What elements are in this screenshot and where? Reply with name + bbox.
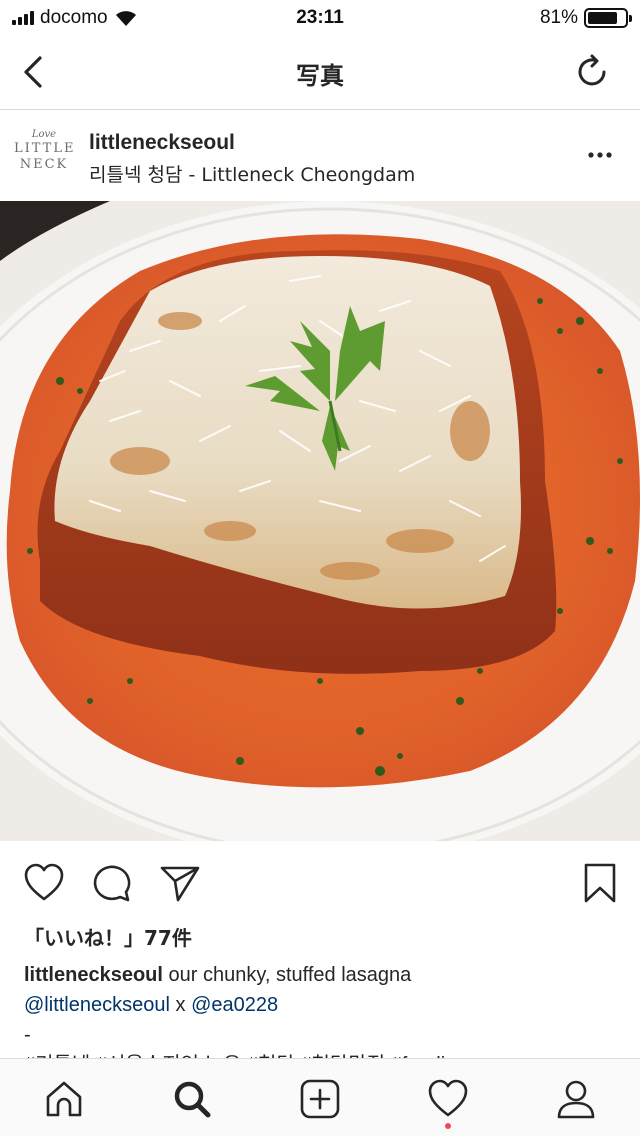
caption-mention-1[interactable]: @littleneckseoul	[24, 994, 170, 1016]
nav-bar: 写真	[0, 36, 640, 110]
share-icon[interactable]	[158, 861, 202, 905]
post-photo[interactable]	[0, 201, 640, 841]
refresh-icon[interactable]	[572, 52, 612, 92]
post-header: Love LITTLE NECK littleneckseoul 리틀넥 청담 …	[0, 111, 640, 201]
post-location[interactable]: 리틀넥 청담 - Littleneck Cheongdam	[89, 160, 415, 187]
home-icon[interactable]	[42, 1077, 86, 1121]
caption-mention-2[interactable]: @ea0228	[191, 994, 278, 1016]
battery-fill	[588, 12, 618, 24]
comment-icon[interactable]	[90, 861, 134, 905]
lasagna-photo	[0, 201, 640, 841]
caption-text: our chunky, stuffed lasagna	[162, 964, 412, 986]
likes-count[interactable]: 「いいね！」77件	[24, 922, 192, 951]
avatar-logo-line3: NECK	[19, 157, 69, 172]
status-bar: docomo 23:11 81%	[0, 0, 640, 36]
battery-icon	[584, 8, 632, 28]
more-options-icon[interactable]	[586, 145, 614, 165]
avatar[interactable]: Love LITTLE NECK	[14, 129, 74, 187]
post-username[interactable]: littleneckseoul	[89, 131, 235, 155]
caption-separator: x	[169, 994, 192, 1016]
avatar-logo-line1: Love	[31, 129, 57, 140]
caption-username[interactable]: littleneckseoul	[24, 964, 163, 986]
notification-dot	[445, 1123, 451, 1129]
caption-line2: @littleneckseoul x @ea0228	[24, 990, 624, 1020]
post-actions	[0, 855, 640, 909]
caption-line3: -	[24, 1024, 31, 1046]
bookmark-icon[interactable]	[578, 861, 622, 905]
like-heart-icon[interactable]	[22, 861, 66, 905]
profile-icon[interactable]	[554, 1077, 598, 1121]
post-caption: littleneckseoul our chunky, stuffed lasa…	[24, 960, 624, 1062]
avatar-logo-line2: LITTLE	[14, 141, 76, 156]
tab-bar	[0, 1058, 640, 1136]
battery-percent: 81%	[539, 7, 578, 28]
activity-heart-icon[interactable]	[426, 1077, 470, 1121]
battery-group: 81%	[539, 7, 632, 29]
new-post-icon[interactable]	[298, 1077, 342, 1121]
page-title: 写真	[296, 62, 344, 90]
caption-line1: littleneckseoul our chunky, stuffed lasa…	[24, 960, 624, 990]
search-icon[interactable]	[170, 1077, 214, 1121]
